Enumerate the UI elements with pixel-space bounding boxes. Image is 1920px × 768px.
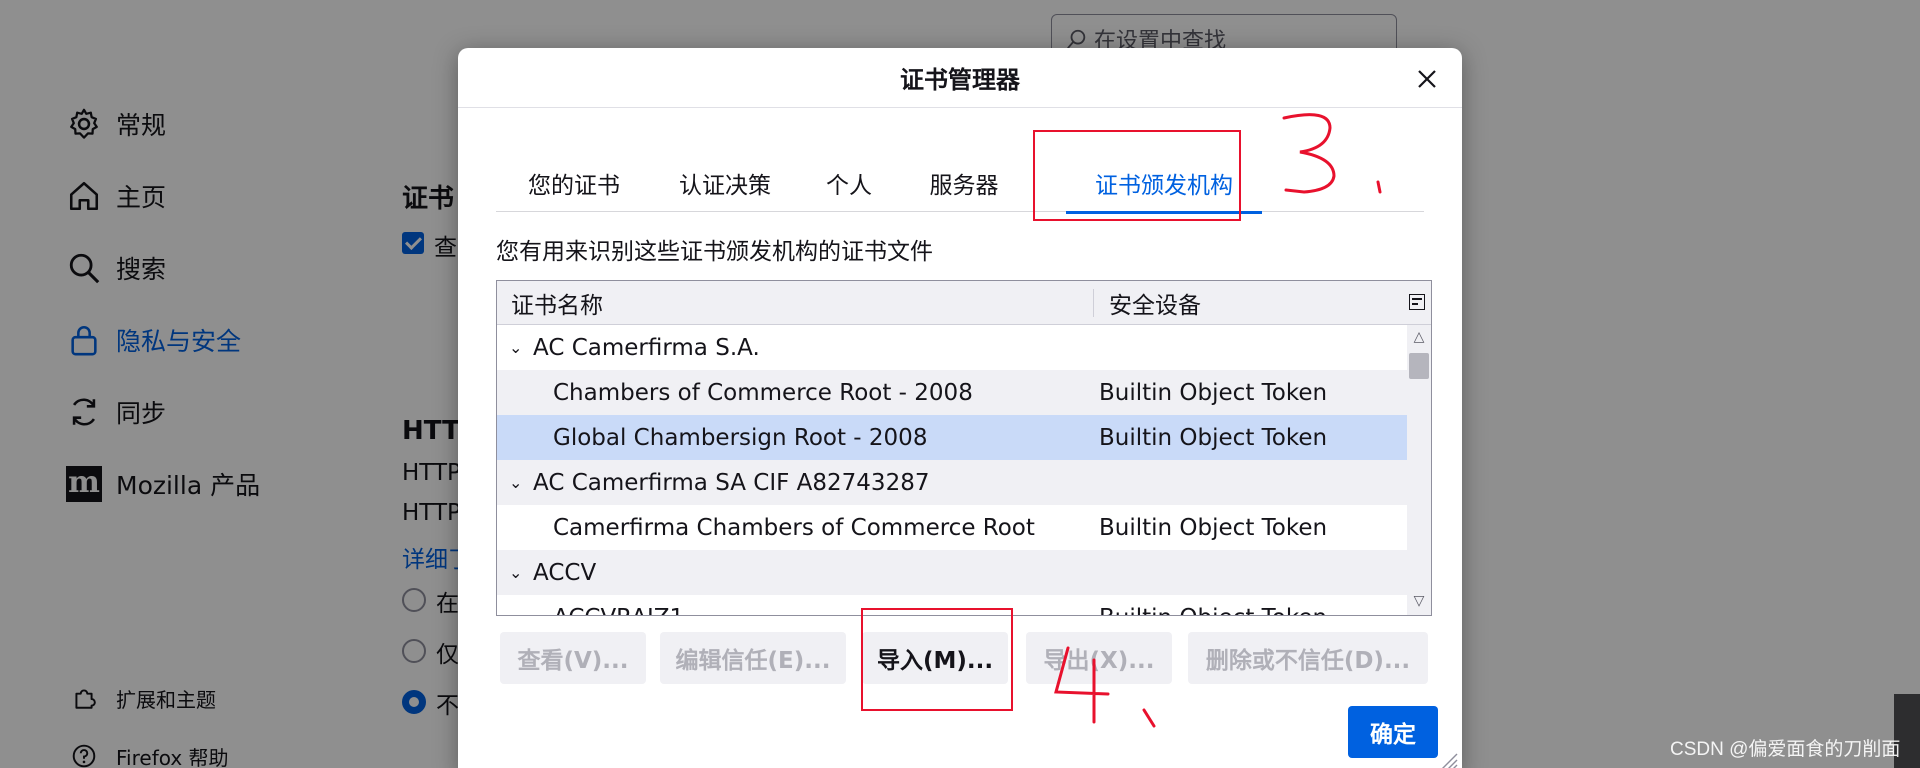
scroll-down-icon[interactable]: ▽ [1411,593,1427,609]
scroll-up-icon[interactable]: △ [1411,329,1427,345]
cert-device: Builtin Object Token [1099,424,1328,451]
tab-description: 您有用来识别这些证书颁发机构的证书文件 [496,239,933,265]
resize-grip-icon[interactable] [1440,752,1458,768]
group-name: AC Camerfirma SA CIF A82743287 [533,469,930,496]
cert-name: ACCVRAIZ1 [553,605,684,616]
column-header-device[interactable]: 安全设备 [1109,281,1201,325]
annotation-box-authorities-tab [1033,130,1241,221]
close-icon [1418,70,1436,88]
cert-device: Builtin Object Token [1099,379,1328,406]
certificate-tree: 证书名称 安全设备 ⌄ AC Camerfirma S.A. Chambers … [496,280,1432,616]
ok-button[interactable]: 确定 [1348,706,1438,758]
cert-name: Global Chambersign Root - 2008 [553,424,928,451]
tab-your-certificates[interactable]: 您的证书 [504,154,644,212]
tab-authentication-decisions[interactable]: 认证决策 [660,154,790,212]
column-splitter[interactable] [1093,289,1094,317]
column-picker-icon[interactable] [1409,294,1425,310]
annotation-label-4: 4 [0,0,1,1]
edit-trust-button[interactable]: 编辑信任(E)... [660,632,846,684]
dialog-title: 证书管理器 [458,48,1462,108]
close-button[interactable] [1412,64,1442,94]
tree-cert-row[interactable]: Chambers of Commerce Root - 2008 Builtin… [497,370,1407,415]
tree-rows: ⌄ AC Camerfirma S.A. Chambers of Commerc… [497,325,1407,615]
group-name: ACCV [533,559,597,586]
tab-people[interactable]: 个人 [806,154,892,212]
watermark: CSDN @偏爱面食的刀削面 [1670,739,1901,760]
tree-group-row[interactable]: ⌄ AC Camerfirma S.A. [497,325,1407,370]
cert-device: Builtin Object Token [1099,514,1328,541]
cert-name: Chambers of Commerce Root - 2008 [553,379,973,406]
tree-group-row[interactable]: ⌄ AC Camerfirma SA CIF A82743287 [497,460,1407,505]
cert-device: Builtin Object Token [1099,605,1327,616]
tree-scrollbar[interactable]: △ ▽ [1407,325,1431,615]
column-header-name[interactable]: 证书名称 [511,281,603,325]
tree-cert-row[interactable]: Camerfirma Chambers of Commerce Root Bui… [497,505,1407,550]
cert-name: Camerfirma Chambers of Commerce Root [553,514,1035,541]
chevron-down-icon[interactable]: ⌄ [509,473,525,492]
export-button[interactable]: 导出(X)... [1026,632,1172,684]
chevron-down-icon[interactable]: ⌄ [509,338,525,357]
tab-servers[interactable]: 服务器 [906,154,1022,212]
group-name: AC Camerfirma S.A. [533,334,760,361]
tree-group-row[interactable]: ⌄ ACCV [497,550,1407,595]
chevron-down-icon[interactable]: ⌄ [509,563,525,582]
certificate-tabs: 您的证书 认证决策 个人 服务器 证书颁发机构 [496,154,1424,214]
scroll-thumb[interactable] [1409,353,1429,379]
tree-cert-row-selected[interactable]: Global Chambersign Root - 2008 Builtin O… [497,415,1407,460]
view-button[interactable]: 查看(V)... [500,632,646,684]
annotation-box-import-button [861,608,1013,711]
tree-header: 证书名称 安全设备 [497,281,1431,325]
delete-or-distrust-button[interactable]: 删除或不信任(D)... [1188,632,1428,684]
